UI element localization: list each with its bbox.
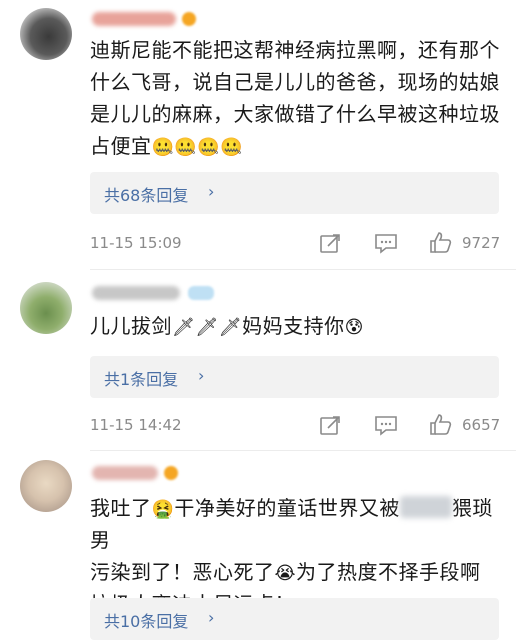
chevron-right-icon: › xyxy=(208,608,215,627)
redacted-blur xyxy=(399,496,452,518)
comment-body: 儿儿拔剑 xyxy=(90,314,172,338)
view-replies-button[interactable]: 共68条回复 › xyxy=(90,172,499,214)
replies-count-label: 共10条回复 xyxy=(104,612,189,631)
repost-icon[interactable] xyxy=(316,228,346,258)
like-count: 6657 xyxy=(462,416,501,434)
username-blurred[interactable] xyxy=(92,466,158,480)
view-replies-button[interactable]: 共10条回复 › xyxy=(90,598,499,640)
emoji-icon: 🤐 xyxy=(174,137,198,158)
comment-icon[interactable] xyxy=(372,410,402,440)
chevron-right-icon: › xyxy=(208,182,215,201)
avatar[interactable] xyxy=(20,460,72,512)
comment-text: 儿儿拔剑🗡🗡🗡妈妈支持你😰 xyxy=(90,310,500,342)
comment-body: 污染到了！恶心死了 xyxy=(90,560,275,584)
sword-icon: 🗡 xyxy=(195,317,219,338)
comment-item: 我吐了🤮干净美好的童话世界又被猥琐男 污染到了！恶心死了😭为了热度不择手段啊 垃… xyxy=(0,450,516,640)
comment-meta: 11-15 15:09 9727 xyxy=(90,228,500,258)
crying-emoji-icon: 😭 xyxy=(274,563,297,584)
view-replies-button[interactable]: 共1条回复 › xyxy=(90,356,499,398)
comment-body: 干净美好的童话世界又被 xyxy=(174,496,400,520)
comment-item: 儿儿拔剑🗡🗡🗡妈妈支持你😰 共1条回复 › 11-15 14:42 6657 xyxy=(0,270,516,451)
emoji-icon: 🤐 xyxy=(197,137,221,158)
like-count: 9727 xyxy=(462,234,501,252)
sword-icon: 🗡 xyxy=(218,317,243,338)
comment-body: 我吐了 xyxy=(90,496,152,520)
timestamp: 11-15 15:09 xyxy=(90,234,182,252)
timestamp: 11-15 14:42 xyxy=(90,416,182,434)
comment-meta: 11-15 14:42 6657 xyxy=(90,410,500,440)
vip-badge-icon xyxy=(188,286,214,300)
like-icon[interactable] xyxy=(426,228,456,258)
emoji-icon: 😰 xyxy=(344,317,364,338)
repost-icon[interactable] xyxy=(316,410,346,440)
username-blurred[interactable] xyxy=(92,12,176,26)
chevron-right-icon: › xyxy=(198,366,205,385)
comment-item: 迪斯尼能不能把这帮神经病拉黑啊，还有那个什么飞哥，说自己是儿儿的爸爸，现场的姑娘… xyxy=(0,0,516,270)
comment-body: 妈妈支持你 xyxy=(242,314,345,338)
username-blurred[interactable] xyxy=(92,286,180,300)
vip-badge-icon xyxy=(182,12,196,26)
emoji-icon: 🤐 xyxy=(220,137,244,158)
avatar[interactable] xyxy=(20,8,72,60)
comment-icon[interactable] xyxy=(372,228,402,258)
vip-badge-icon xyxy=(164,466,178,480)
emoji-icon: 🤐 xyxy=(151,137,175,158)
like-icon[interactable] xyxy=(426,410,456,440)
replies-count-label: 共68条回复 xyxy=(104,186,189,205)
replies-count-label: 共1条回复 xyxy=(104,370,179,389)
comment-text: 迪斯尼能不能把这帮神经病拉黑啊，还有那个什么飞哥，说自己是儿儿的爸爸，现场的姑娘… xyxy=(90,34,500,162)
sword-icon: 🗡 xyxy=(172,317,196,338)
comment-body: 为了热度不择手段啊 xyxy=(296,560,481,584)
avatar[interactable] xyxy=(20,282,72,334)
vomit-emoji-icon: 🤮 xyxy=(151,499,175,520)
